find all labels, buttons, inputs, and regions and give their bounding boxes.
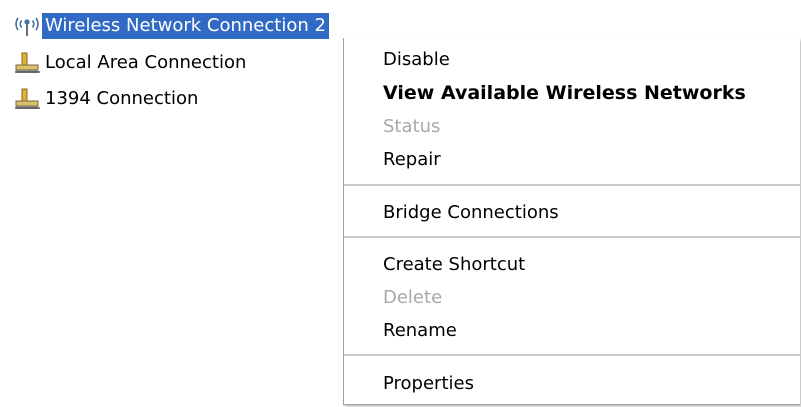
menu-item-repair[interactable]: Repair: [383, 145, 441, 175]
wireless-signal-icon: [12, 13, 42, 39]
network-connection-icon: [12, 50, 42, 76]
context-menu: Disable View Available Wireless Networks…: [343, 38, 801, 405]
menu-separator: [344, 184, 801, 186]
connection-label: 1394 Connection: [45, 88, 199, 109]
network-connections-window: Wireless Network Connection 2 Local Area…: [0, 0, 801, 407]
menu-item-bridge-connections[interactable]: Bridge Connections: [383, 198, 559, 228]
menu-separator: [344, 236, 801, 238]
connection-label: Local Area Connection: [45, 52, 247, 73]
menu-item-create-shortcut[interactable]: Create Shortcut: [383, 250, 525, 280]
connection-item-local-area[interactable]: Local Area Connection: [12, 49, 249, 77]
connection-label: Wireless Network Connection 2: [42, 13, 329, 39]
network-connection-icon: [12, 86, 42, 112]
menu-separator: [344, 354, 801, 356]
connection-item-1394[interactable]: 1394 Connection: [12, 85, 201, 113]
menu-item-disable[interactable]: Disable: [383, 45, 450, 75]
menu-item-rename[interactable]: Rename: [383, 316, 457, 346]
menu-item-status: Status: [383, 116, 441, 137]
menu-item-properties[interactable]: Properties: [383, 369, 474, 399]
connection-item-wireless[interactable]: Wireless Network Connection 2: [12, 12, 329, 40]
menu-item-delete: Delete: [383, 287, 443, 308]
menu-item-view-available-wireless-networks[interactable]: View Available Wireless Networks: [383, 78, 746, 108]
